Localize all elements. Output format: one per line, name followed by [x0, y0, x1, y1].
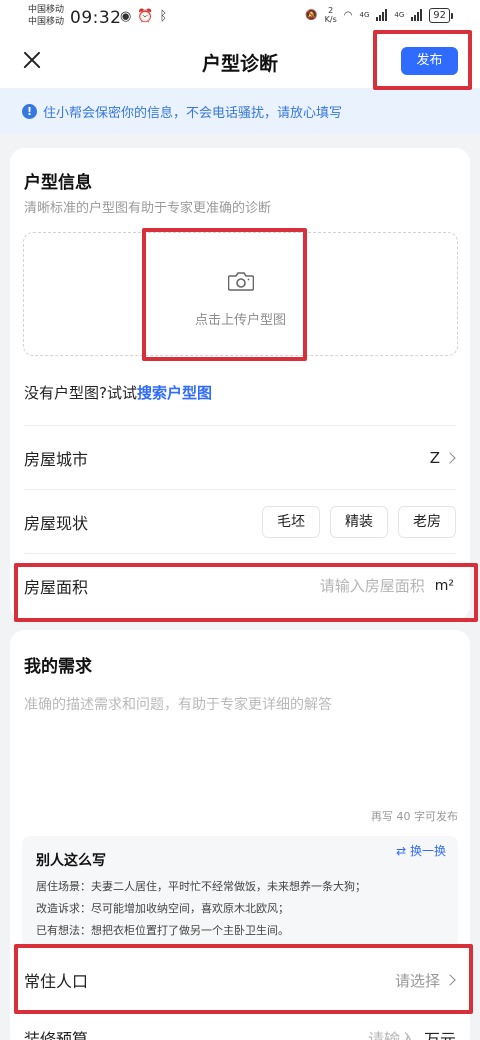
- network-type-2: 4G: [394, 11, 405, 19]
- signal-icon: [376, 9, 388, 21]
- example-line: 居住场景：夫妻二人居住，平时忙不经常做饭，未来想养一条大狗；: [36, 880, 366, 893]
- battery-icon: 92: [429, 7, 453, 23]
- budget-label: 装修预算: [24, 1030, 89, 1040]
- house-status-row: 房屋现状 毛坯 精装 老房: [24, 489, 456, 553]
- house-status-label: 房屋现状: [24, 513, 89, 533]
- privacy-notice: ! 住小帮会保密你的信息，不会电话骚扰，请放心填写: [0, 88, 480, 134]
- house-area-input[interactable]: [264, 577, 425, 595]
- house-area-input-wrap: m²: [264, 554, 454, 618]
- eye-icon: ◉: [120, 9, 132, 24]
- privacy-notice-text: 住小帮会保密你的信息，不会电话骚扰，请放心填写: [43, 105, 343, 121]
- needs-title: 我的需求: [24, 657, 92, 677]
- signal-icon-2: [411, 9, 423, 21]
- status-time: 09:32: [70, 8, 122, 28]
- residents-label: 常住人口: [24, 972, 89, 991]
- search-floor-plan-link[interactable]: 搜索户型图: [137, 384, 212, 402]
- chevron-right-icon: [444, 974, 456, 986]
- status-option-rough[interactable]: 毛坯: [262, 506, 320, 538]
- house-city-value: Z: [429, 449, 440, 467]
- bluetooth-icon: ᛒ: [159, 9, 168, 24]
- carrier-info: 中国移动 中国移动: [28, 4, 64, 28]
- example-line: 改造诉求：尽可能增加收纳空间，喜欢原木北欧风；: [36, 902, 289, 915]
- swap-label: 换一换: [409, 844, 446, 858]
- swap-icon: ⇄: [396, 844, 407, 858]
- residents-value: 请选择: [394, 971, 440, 990]
- upload-label: 点击上传户型图: [194, 313, 286, 328]
- info-icon: !: [22, 103, 37, 119]
- budget-row[interactable]: 装修预算 请输入 万元: [24, 1026, 456, 1040]
- no-plan-text: 没有户型图?试试: [24, 384, 137, 402]
- example-line: 已有想法：想把衣柜位置打了做另一个主卧卫生间。: [36, 924, 289, 937]
- floor-plan-subtitle: 清晰标准的户型图有助于专家更准确的诊断: [24, 201, 272, 216]
- needs-placeholder: 准确的描述需求和问题，有助于专家更详细的解答: [24, 697, 332, 713]
- carrier-2: 中国移动: [28, 17, 65, 27]
- area-unit: m²: [434, 578, 454, 594]
- example-title: 别人这么写: [36, 853, 106, 869]
- upload-floor-plan[interactable]: 点击上传户型图: [23, 232, 458, 356]
- house-area-label: 房屋面积: [24, 577, 89, 597]
- floor-plan-title: 户型信息: [24, 173, 92, 193]
- network-type-1: 4G: [359, 11, 370, 19]
- budget-input[interactable]: 请输入: [368, 1026, 416, 1040]
- status-bar: 中国移动 中国移动 09:32 ◉ ⏰ ᛒ 🔕 2 K/s ◠ 4G 4G 92: [0, 0, 480, 34]
- net-speed-value: 2: [328, 6, 334, 15]
- floor-plan-card: 户型信息 清晰标准的户型图有助于专家更准确的诊断 点击上传户型图 没有户型图?试…: [10, 148, 470, 620]
- no-floor-plan-hint: 没有户型图?试试搜索户型图: [24, 382, 212, 403]
- net-speed-unit: K/s: [324, 15, 337, 24]
- swap-example-button[interactable]: ⇄ 换一换: [396, 842, 446, 859]
- residents-selector[interactable]: 请选择: [394, 948, 456, 1012]
- house-city-row[interactable]: 房屋城市 Z: [24, 425, 456, 489]
- status-icons-right: 🔕 2 K/s ◠ 4G 4G 92: [305, 6, 453, 24]
- chevron-right-icon: [444, 452, 456, 464]
- mute-icon: 🔕: [305, 9, 318, 21]
- budget-unit: 万元: [424, 1030, 456, 1040]
- example-box: 别人这么写 ⇄ 换一换 居住场景：夫妻二人居住，平时忙不经常做饭，未来想养一条大…: [22, 836, 458, 948]
- needs-card: 我的需求 准确的描述需求和问题，有助于专家更详细的解答 再写 40 字可发布 别…: [10, 630, 470, 1040]
- house-city-label: 房屋城市: [24, 449, 89, 469]
- status-option-finished[interactable]: 精装: [330, 506, 388, 538]
- wifi-icon: ◠: [343, 9, 353, 21]
- residents-row[interactable]: 常住人口 请选择: [24, 948, 456, 1012]
- status-icons-left: ◉ ⏰ ᛒ: [120, 9, 167, 24]
- publish-button[interactable]: 发布: [401, 47, 458, 75]
- alarm-icon: ⏰: [137, 9, 154, 24]
- status-option-old[interactable]: 老房: [398, 506, 456, 538]
- house-city-selector[interactable]: Z: [429, 426, 456, 490]
- house-status-options: 毛坯 精装 老房: [252, 506, 456, 538]
- house-area-row: 房屋面积 m²: [24, 553, 456, 617]
- char-count-hint: 再写 40 字可发布: [371, 810, 458, 823]
- carrier-1: 中国移动: [28, 5, 65, 15]
- page-header: 户型诊断 发布: [0, 34, 480, 88]
- net-speed: 2 K/s: [325, 6, 337, 24]
- camera-icon: [228, 272, 254, 291]
